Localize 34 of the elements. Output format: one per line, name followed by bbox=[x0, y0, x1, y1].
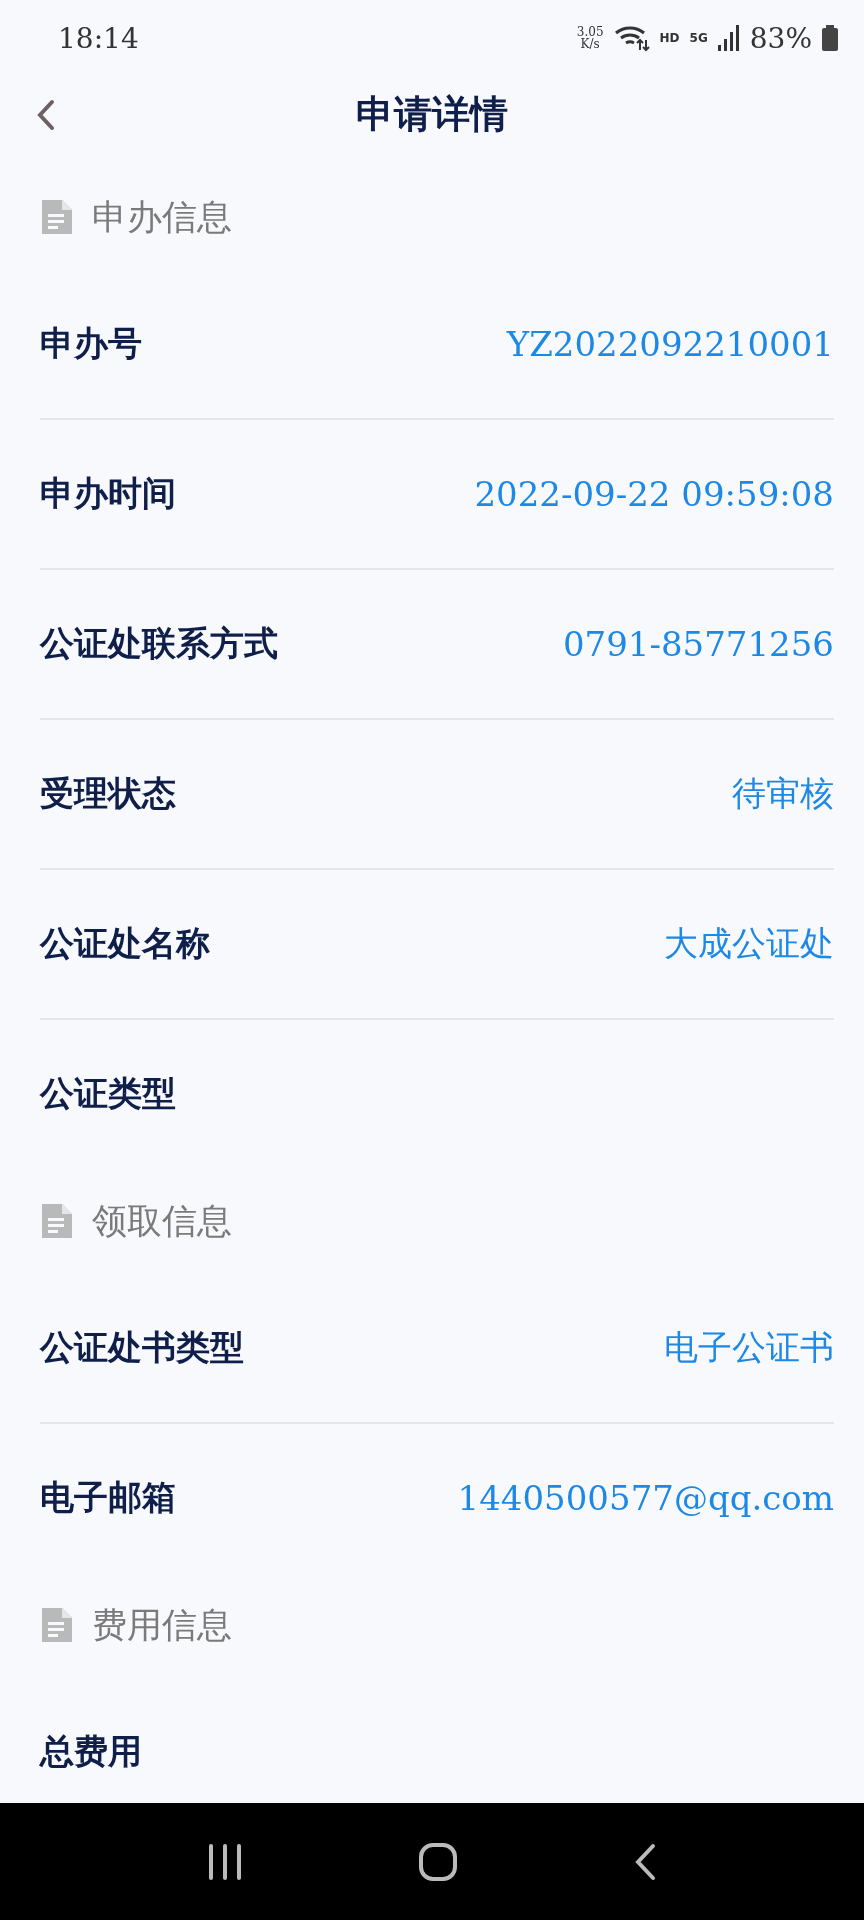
field-label: 总费用 bbox=[40, 1730, 142, 1773]
home-icon[interactable] bbox=[418, 1841, 458, 1882]
field-label: 申办时间 bbox=[40, 472, 176, 515]
page-title: 申请详情 bbox=[356, 89, 508, 138]
field-label: 公证处书类型 bbox=[40, 1326, 244, 1369]
section-title: 费用信息 bbox=[92, 1603, 232, 1647]
network-speed: 3.05 bbox=[576, 26, 604, 38]
field-label: 公证处联系方式 bbox=[40, 622, 278, 665]
field-label: 申办号 bbox=[40, 322, 142, 365]
signal-icon bbox=[717, 25, 740, 51]
hd-label: HD bbox=[659, 31, 680, 45]
field-value: 电子公证书 bbox=[664, 1326, 834, 1369]
field-label: 公证类型 bbox=[40, 1072, 176, 1115]
field-value: YZ2022092210001 bbox=[506, 324, 834, 364]
field-label: 受理状态 bbox=[40, 772, 176, 815]
section-title: 领取信息 bbox=[92, 1199, 232, 1243]
document-icon bbox=[40, 200, 72, 234]
field-value: 待审核 bbox=[732, 772, 834, 815]
field-label: 公证处名称 bbox=[40, 922, 210, 965]
document-icon bbox=[40, 1204, 72, 1238]
field-value: 1440500577@qq.com bbox=[457, 1478, 834, 1518]
field-value: 0791-85771256 bbox=[562, 624, 834, 664]
speed-unit: K/s bbox=[580, 38, 600, 50]
field-value: 2022-09-22 09:59:08 bbox=[474, 474, 834, 514]
section-title: 申办信息 bbox=[92, 195, 232, 239]
field-value: 大成公证处 bbox=[664, 922, 834, 965]
field-label: 电子邮箱 bbox=[40, 1476, 176, 1519]
battery-percent: 83% bbox=[749, 21, 812, 55]
network-type: 5G bbox=[689, 31, 708, 45]
document-icon bbox=[40, 1608, 72, 1642]
status-time: 18:14 bbox=[58, 21, 139, 55]
battery-icon bbox=[822, 25, 838, 51]
wifi-icon bbox=[613, 24, 650, 52]
recent-apps-icon[interactable] bbox=[207, 1843, 244, 1880]
